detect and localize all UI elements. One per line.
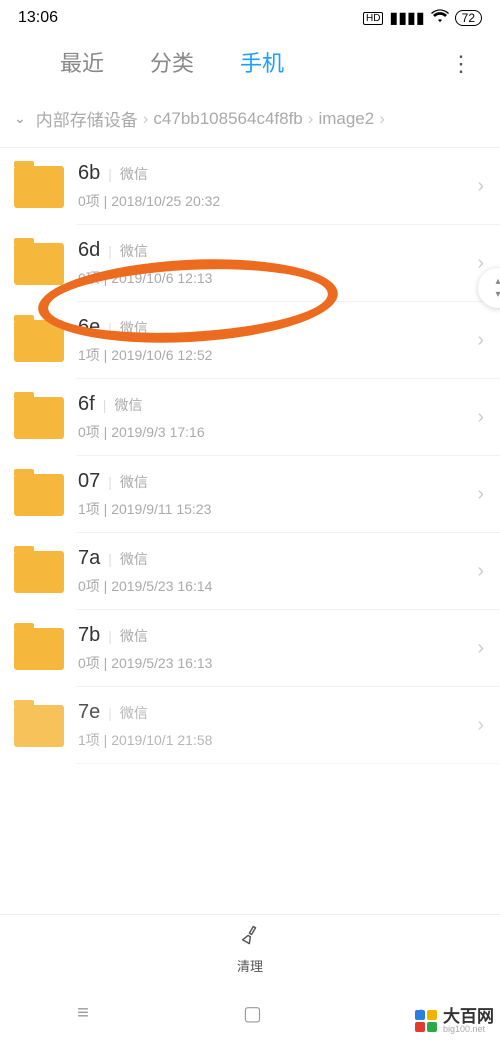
folder-meta: 0项 | 2019/10/6 12:13	[78, 268, 477, 288]
folder-meta: 0项 | 2019/5/23 16:13	[78, 653, 477, 673]
folder-icon	[14, 551, 64, 593]
breadcrumb-leaf[interactable]: image2	[318, 109, 374, 129]
divider: |	[108, 243, 112, 259]
folder-source: 微信	[120, 626, 148, 646]
folder-source: 微信	[120, 164, 148, 184]
folder-icon	[14, 628, 64, 670]
list-item[interactable]: 6f | 微信 0项 | 2019/9/3 17:16›	[0, 379, 500, 456]
row-body: 6d | 微信 0项 | 2019/10/6 12:13	[78, 239, 477, 288]
list-item[interactable]: 6b | 微信 0项 | 2018/10/25 20:32›	[0, 148, 500, 225]
list-item[interactable]: 07 | 微信 1项 | 2019/9/11 15:23›	[0, 456, 500, 533]
list-item[interactable]: 6d | 微信 0项 | 2019/10/6 12:13›	[0, 225, 500, 302]
list-item[interactable]: 7e | 微信 1项 | 2019/10/1 21:58›	[0, 687, 500, 764]
signal-icon: ▮▮▮▮	[389, 8, 424, 28]
more-icon[interactable]: ⋮	[450, 51, 470, 77]
folder-meta: 0项 | 2019/5/23 16:14	[78, 576, 477, 596]
watermark: 大百网 big100.net	[415, 1008, 494, 1034]
folder-source: 微信	[120, 549, 148, 569]
list-item[interactable]: 7b | 微信 0项 | 2019/5/23 16:13›	[0, 610, 500, 687]
watermark-en: big100.net	[443, 1025, 494, 1034]
row-body: 7e | 微信 1项 | 2019/10/1 21:58	[78, 701, 477, 750]
folder-list: 6b|微信0项 | 2018/10/25 20:32›6d|微信0项 | 201…	[0, 148, 500, 764]
chevron-right-icon: ›	[477, 252, 484, 275]
breadcrumb-mid[interactable]: c47bb108564c4f8fb	[153, 109, 302, 129]
folder-meta: 1项 | 2019/10/1 21:58	[78, 730, 477, 750]
list-item[interactable]: 6e | 微信 1项 | 2019/10/6 12:52›	[0, 302, 500, 379]
row-body: 7a | 微信 0项 | 2019/5/23 16:14	[78, 547, 477, 596]
nav-home-icon[interactable]: ▢	[243, 1001, 262, 1026]
clean-label[interactable]: 清理	[237, 956, 263, 975]
divider: |	[108, 551, 112, 567]
wifi-icon	[431, 9, 449, 28]
tab-phone[interactable]: 手机	[240, 46, 284, 82]
folder-name: 7b	[78, 624, 100, 647]
breadcrumb-root[interactable]: 内部存储设备	[36, 106, 138, 131]
folder-name: 07	[78, 470, 100, 493]
folder-icon	[14, 320, 64, 362]
divider: |	[108, 628, 112, 644]
battery-icon: 72	[455, 10, 482, 26]
divider: |	[108, 705, 112, 721]
folder-icon	[14, 166, 64, 208]
row-body: 6f | 微信 0项 | 2019/9/3 17:16	[78, 393, 477, 442]
folder-name: 6d	[78, 239, 100, 262]
breadcrumb[interactable]: ⌄ 内部存储设备 › c47bb108564c4f8fb › image2 ›	[0, 96, 500, 148]
folder-meta: 0项 | 2019/9/3 17:16	[78, 422, 477, 442]
chevron-right-icon: ›	[477, 637, 484, 660]
divider: |	[108, 166, 112, 182]
folder-source: 微信	[120, 703, 148, 723]
tab-bar: 最近 分类 手机 ⋮	[0, 32, 500, 96]
chevron-right-icon: ›	[477, 329, 484, 352]
chevron-right-icon: ›	[378, 109, 386, 129]
row-body: 07 | 微信 1项 | 2019/9/11 15:23	[78, 470, 477, 519]
folder-name: 6f	[78, 393, 95, 416]
chevron-right-icon: ›	[477, 406, 484, 429]
status-right: HD ▮▮▮▮ 72	[363, 8, 482, 28]
folder-name: 6e	[78, 316, 100, 339]
folder-source: 微信	[120, 472, 148, 492]
divider: |	[108, 320, 112, 336]
folder-name: 7e	[78, 701, 100, 724]
watermark-cn: 大百网	[443, 1008, 494, 1025]
chevron-right-icon: ›	[307, 109, 315, 129]
clock: 13:06	[18, 9, 58, 27]
folder-source: 微信	[120, 241, 148, 261]
tab-recent[interactable]: 最近	[60, 46, 104, 82]
folder-meta: 0项 | 2018/10/25 20:32	[78, 191, 477, 211]
folder-icon	[14, 705, 64, 747]
folder-source: 微信	[114, 395, 142, 415]
folder-icon	[14, 397, 64, 439]
chevron-right-icon: ›	[142, 109, 150, 129]
watermark-logo-icon	[415, 1010, 437, 1032]
divider: |	[108, 474, 112, 490]
caret-up-icon: ▴	[495, 276, 500, 287]
row-body: 6b | 微信 0项 | 2018/10/25 20:32	[78, 162, 477, 211]
folder-icon	[14, 474, 64, 516]
folder-icon	[14, 243, 64, 285]
row-body: 6e | 微信 1项 | 2019/10/6 12:52	[78, 316, 477, 365]
folder-meta: 1项 | 2019/9/11 15:23	[78, 499, 477, 519]
divider: |	[103, 397, 107, 413]
chevron-down-icon[interactable]: ⌄	[14, 110, 26, 127]
broom-icon[interactable]	[236, 922, 264, 955]
bottom-toolbar: 清理	[0, 914, 500, 984]
chevron-right-icon: ›	[477, 175, 484, 198]
list-item[interactable]: 7a | 微信 0项 | 2019/5/23 16:14›	[0, 533, 500, 610]
folder-name: 6b	[78, 162, 100, 185]
chevron-right-icon: ›	[477, 483, 484, 506]
caret-down-icon: ▾	[495, 289, 500, 300]
folder-name: 7a	[78, 547, 100, 570]
status-bar: 13:06 HD ▮▮▮▮ 72	[0, 0, 500, 32]
nav-menu-icon[interactable]: ≡	[77, 1002, 89, 1025]
folder-source: 微信	[120, 318, 148, 338]
tab-category[interactable]: 分类	[150, 46, 194, 82]
folder-meta: 1项 | 2019/10/6 12:52	[78, 345, 477, 365]
chevron-right-icon: ›	[477, 560, 484, 583]
hd-icon: HD	[363, 12, 383, 25]
row-body: 7b | 微信 0项 | 2019/5/23 16:13	[78, 624, 477, 673]
chevron-right-icon: ›	[477, 714, 484, 737]
